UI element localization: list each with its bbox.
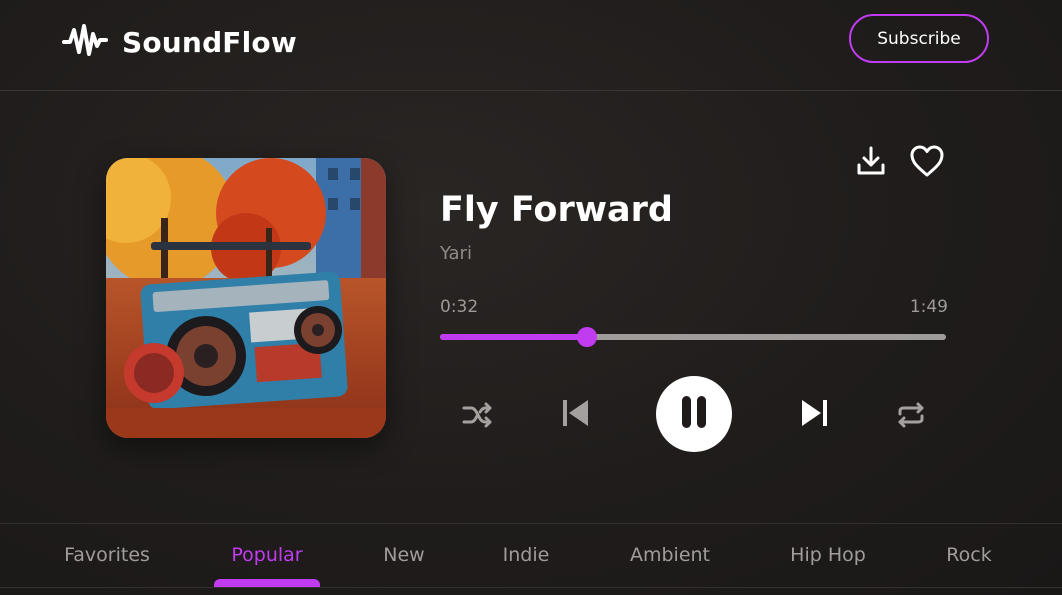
shuffle-icon[interactable] xyxy=(461,398,495,432)
header: SoundFlow Subscribe xyxy=(0,0,1062,91)
pause-button[interactable] xyxy=(656,376,732,452)
current-time: 0:32 xyxy=(440,297,479,317)
tab-indie[interactable]: Indie xyxy=(476,524,576,586)
tab-rock[interactable]: Rock xyxy=(919,524,1019,586)
track-artist[interactable]: Yari xyxy=(440,243,472,264)
pause-icon xyxy=(679,395,709,433)
album-art xyxy=(106,158,386,438)
download-icon[interactable] xyxy=(852,142,890,180)
track-title: Fly Forward xyxy=(440,190,673,230)
soundwave-icon xyxy=(62,22,108,62)
total-time: 1:49 xyxy=(909,297,948,317)
progress-thumb[interactable] xyxy=(576,327,597,347)
progress-fill xyxy=(440,334,587,340)
tab-popular[interactable]: Popular xyxy=(207,524,327,586)
subscribe-button[interactable]: Subscribe xyxy=(849,14,989,63)
skip-previous-icon[interactable] xyxy=(558,396,592,430)
genre-tabs: Favorites Popular New Indie Ambient Hip … xyxy=(0,523,1062,588)
skip-next-icon[interactable] xyxy=(798,396,832,430)
progress-bar[interactable] xyxy=(440,327,946,347)
tab-favorites[interactable]: Favorites xyxy=(47,524,167,586)
logo[interactable]: SoundFlow xyxy=(62,22,297,62)
repeat-icon[interactable] xyxy=(894,398,928,432)
tab-ambient[interactable]: Ambient xyxy=(610,524,730,586)
tab-new[interactable]: New xyxy=(354,524,454,586)
heart-icon[interactable] xyxy=(908,142,946,180)
app-name: SoundFlow xyxy=(122,25,297,59)
active-tab-indicator xyxy=(214,579,320,587)
tab-hip-hop[interactable]: Hip Hop xyxy=(768,524,888,586)
track-actions xyxy=(852,142,946,180)
